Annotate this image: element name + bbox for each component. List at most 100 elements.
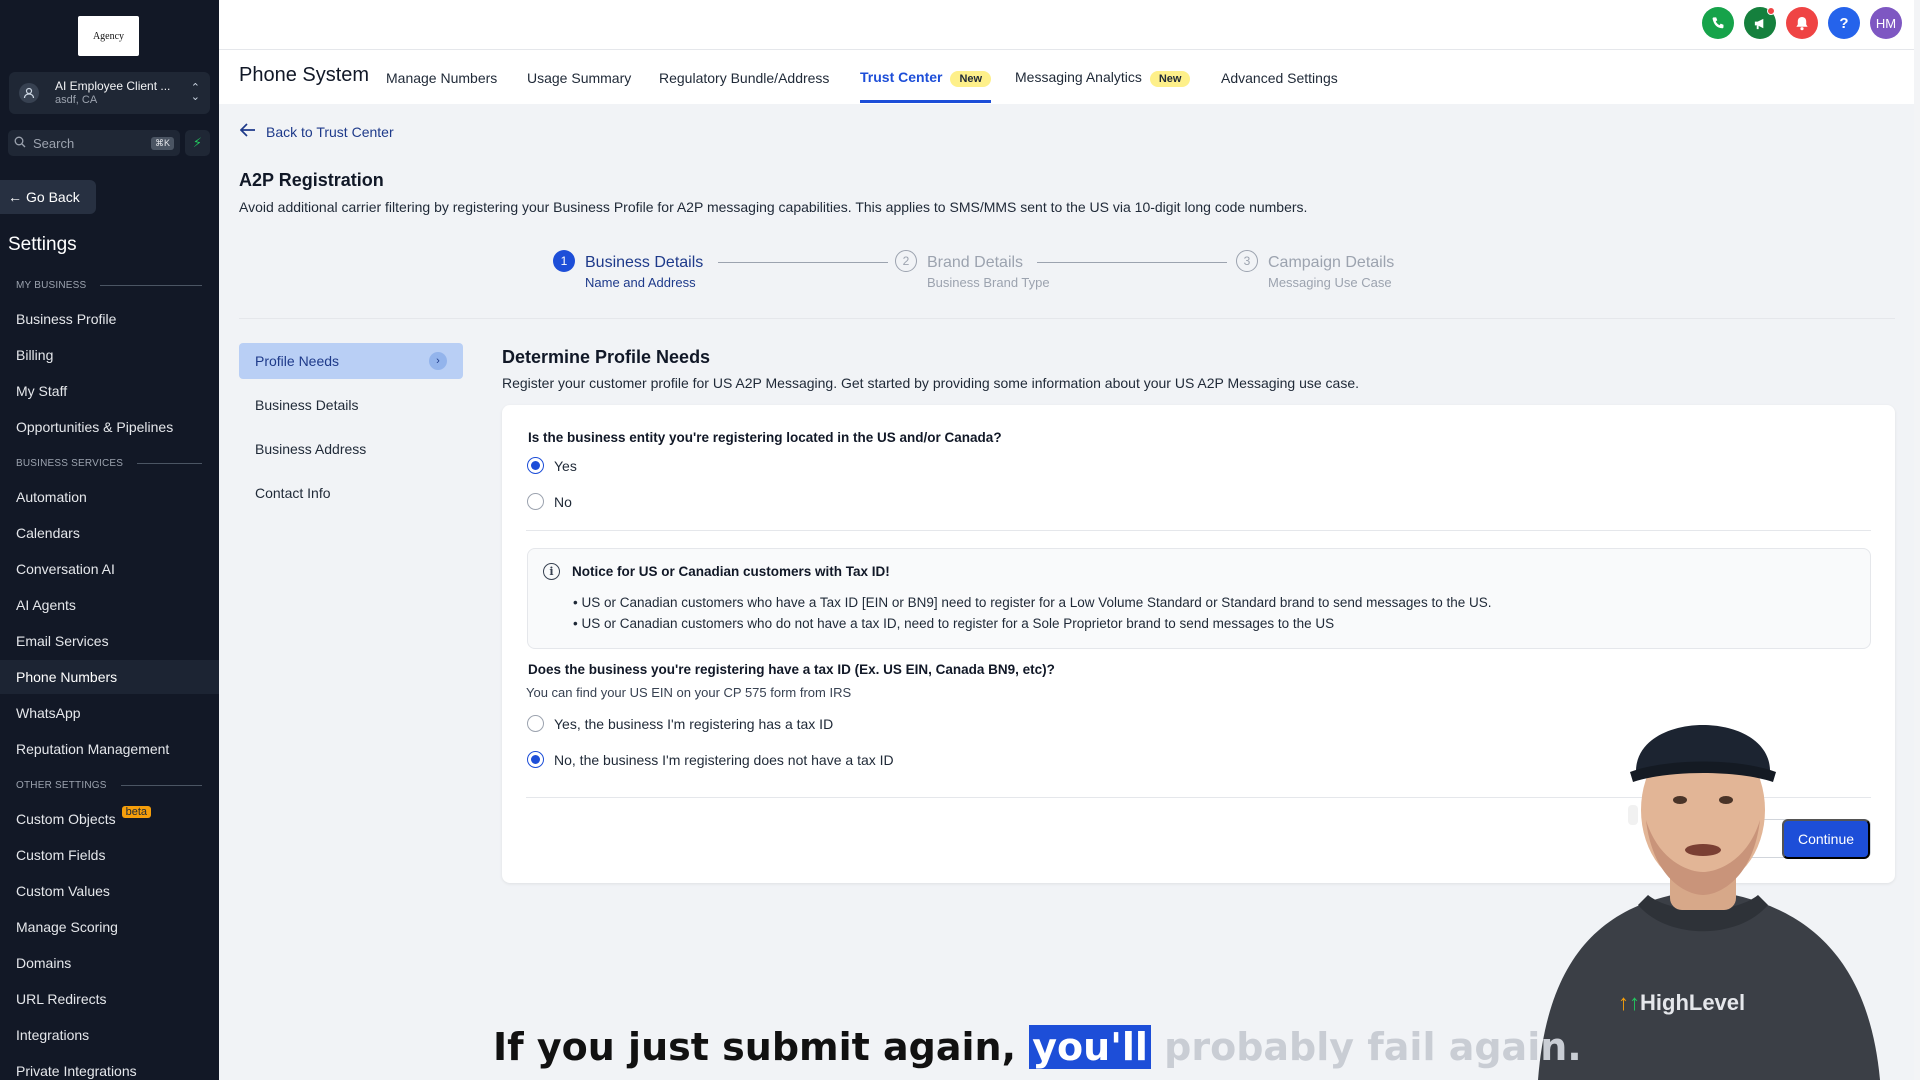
sidebar-item-billing[interactable]: Billing [0,338,219,372]
registration-stepper: 1 Business Details Name and Address 2 Br… [553,250,1413,296]
go-back-label: Go Back [26,189,80,205]
arrow-left-icon: ← [8,189,22,205]
phone-system-nav: Phone System Manage Numbers Usage Summar… [219,50,1920,104]
sidebar-item-private-integrations[interactable]: Private Integrations [0,1054,219,1080]
account-location: asdf, CA [55,94,98,106]
sidebar-item-automation[interactable]: Automation [0,480,219,514]
step-title: Campaign Details [1268,254,1395,271]
radio-label: Yes, the business I'm registering has a … [554,715,834,732]
sidebar-item-email-services[interactable]: Email Services [0,624,219,658]
tab-messaging-analytics[interactable]: Messaging Analytics New [1015,69,1191,103]
settings-title: Settings [8,234,77,255]
side-tab-contact-info[interactable]: Contact Info [239,475,463,511]
question-location: Is the business entity you're registerin… [528,430,1002,445]
sidebar-item-custom-fields[interactable]: Custom Fields [0,838,219,872]
sidebar-item-opportunities[interactable]: Opportunities & Pipelines [0,410,219,444]
account-switcher[interactable]: AI Employee Client ... asdf, CA ⌃ ⌄ [9,72,210,114]
sidebar-item-conversation-ai[interactable]: Conversation AI [0,552,219,586]
sidebar-item-phone-numbers[interactable]: Phone Numbers [0,660,219,694]
page-section-title: Phone System [239,64,370,86]
side-tab-label: Profile Needs [255,353,340,369]
step-connector [1037,262,1227,263]
side-tab-business-details[interactable]: Business Details [239,387,463,423]
tab-usage-summary[interactable]: Usage Summary [527,70,631,104]
info-icon: i [543,563,560,580]
sidebar-item-my-staff[interactable]: My Staff [0,374,219,408]
radio-indicator[interactable] [527,715,544,732]
hoodie-logo: ↑↑HighLevel [1618,990,1746,1015]
new-badge: New [950,71,992,87]
notice-list: US or Canadian customers who have a Tax … [573,592,1491,634]
step-subtitle: Messaging Use Case [1268,275,1392,290]
caption-text: If you just submit again, [493,1025,1017,1069]
sidebar-item-url-redirects[interactable]: URL Redirects [0,982,219,1016]
step-number: 3 [1236,250,1258,272]
sidebar-item-ai-agents[interactable]: AI Agents [0,588,219,622]
tab-trust-center[interactable]: Trust Center New [860,69,992,103]
section-my-business: MY BUSINESS [16,280,202,291]
radio-label: No, the business I'm registering does no… [554,751,894,768]
section-business-services: BUSINESS SERVICES [16,458,202,469]
bell-icon[interactable] [1786,7,1818,39]
back-link-label: Back to Trust Center [266,123,394,140]
sidebar-item-custom-objects[interactable]: Custom Objects beta [0,802,219,836]
radio-indicator[interactable] [527,751,544,768]
go-back-button[interactable]: ← Go Back [0,180,96,214]
new-badge: New [1149,71,1191,87]
sidebar-item-business-profile[interactable]: Business Profile [0,302,219,336]
user-avatar[interactable]: HM [1870,7,1902,39]
agency-logo[interactable]: Agency [78,16,139,56]
back-to-trust-center-link[interactable]: Back to Trust Center [239,123,394,140]
sidebar-item-manage-scoring[interactable]: Manage Scoring [0,910,219,944]
tax-id-notice: i Notice for US or Canadian customers wi… [527,548,1871,649]
phone-icon[interactable] [1702,7,1734,39]
account-name: AI Employee Client ... [55,79,171,93]
radio-indicator[interactable] [527,457,544,474]
caption-highlight: you'll [1029,1025,1151,1069]
page-description: Avoid additional carrier filtering by re… [239,199,1308,215]
step-title: Business Details [585,254,704,271]
chevron-updown-icon: ⌃ ⌄ [190,82,200,103]
notice-item: US or Canadian customers who do not have… [573,613,1491,634]
sidebar-item-custom-values[interactable]: Custom Values [0,874,219,908]
radio-label: Yes [554,457,577,474]
side-tab-business-address[interactable]: Business Address [239,431,463,467]
radio-tax-id-no[interactable]: No, the business I'm registering does no… [527,751,894,768]
page-scrollbar[interactable] [1914,0,1920,1080]
step-number: 1 [553,250,575,272]
presenter-video: ↑↑HighLevel [1518,700,1888,1080]
page-title: A2P Registration [239,170,384,190]
megaphone-icon[interactable] [1744,7,1776,39]
video-caption: If you just submit again, you'll probabl… [493,1025,1582,1069]
radio-label: No [554,493,572,510]
help-icon[interactable]: ? [1828,7,1860,39]
step-title: Brand Details [927,254,1024,271]
search-icon [14,136,26,151]
sidebar-item-whatsapp[interactable]: WhatsApp [0,696,219,730]
top-bar: ? HM [219,0,1920,50]
location-icon [19,83,39,103]
sidebar-item-reputation[interactable]: Reputation Management [0,732,219,766]
notification-dot [1767,7,1775,15]
sidebar-item-calendars[interactable]: Calendars [0,516,219,550]
step-subtitle: Business Brand Type [927,275,1050,290]
radio-location-yes[interactable]: Yes [527,457,577,474]
tab-advanced-settings[interactable]: Advanced Settings [1221,70,1338,104]
notice-title: Notice for US or Canadian customers with… [572,564,890,579]
lightning-icon[interactable]: ⚡ [185,130,210,156]
caption-upcoming: probably fail again. [1164,1025,1582,1069]
settings-sidebar: Agency AI Employee Client ... asdf, CA ⌃… [0,0,219,1080]
radio-indicator[interactable] [527,493,544,510]
step-subtitle: Name and Address [585,275,696,290]
notice-item: US or Canadian customers who have a Tax … [573,592,1491,613]
tab-regulatory-bundle[interactable]: Regulatory Bundle/Address [659,70,829,104]
side-tab-profile-needs[interactable]: Profile Needs › [239,343,463,379]
sidebar-item-domains[interactable]: Domains [0,946,219,980]
sidebar-item-integrations[interactable]: Integrations [0,1018,219,1052]
tab-manage-numbers[interactable]: Manage Numbers [386,70,497,104]
radio-tax-id-yes[interactable]: Yes, the business I'm registering has a … [527,715,833,732]
arrow-left-icon [239,123,256,140]
sidebar-search[interactable]: Search ⌘K [8,130,180,156]
radio-location-no[interactable]: No [527,493,572,510]
divider [239,318,1895,319]
